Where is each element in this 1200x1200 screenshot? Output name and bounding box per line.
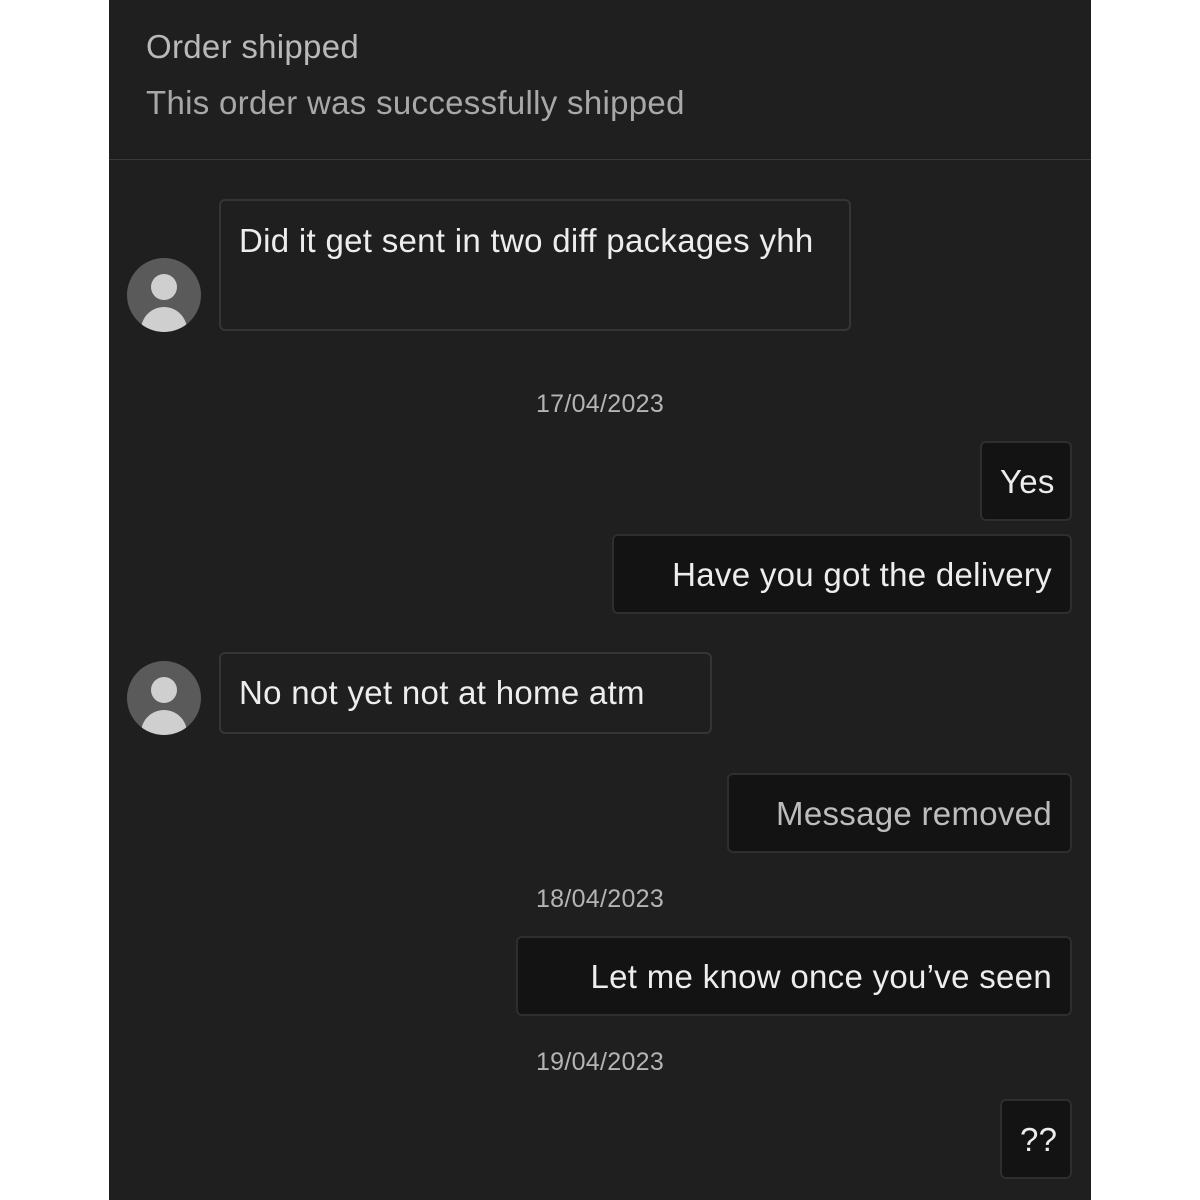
date-separator: 18/04/2023	[535, 885, 665, 913]
order-status-subtitle: This order was successfully shipped	[146, 84, 685, 121]
message-bubble-outgoing[interactable]: Have you got the delivery	[612, 534, 1072, 614]
chat-panel: Order shipped This order was successfull…	[109, 0, 1091, 1200]
message-bubble-outgoing[interactable]: Yes	[980, 441, 1072, 521]
message-bubble-outgoing[interactable]: ??	[1000, 1099, 1072, 1179]
date-separator: 19/04/2023	[535, 1048, 665, 1076]
order-status-header: Order shipped This order was successfull…	[109, 0, 1091, 160]
message-removed-bubble[interactable]: Message removed	[727, 773, 1072, 853]
order-status-title: Order shipped	[146, 28, 360, 65]
user-avatar-icon	[127, 258, 201, 332]
user-avatar-icon	[127, 661, 201, 735]
message-bubble-incoming[interactable]: No not yet not at home atm	[219, 652, 712, 734]
date-separator: 17/04/2023	[535, 390, 665, 418]
message-bubble-outgoing[interactable]: Let me know once you’ve seen	[516, 936, 1072, 1016]
message-bubble-incoming[interactable]: Did it get sent in two diff packages yhh	[219, 199, 851, 331]
